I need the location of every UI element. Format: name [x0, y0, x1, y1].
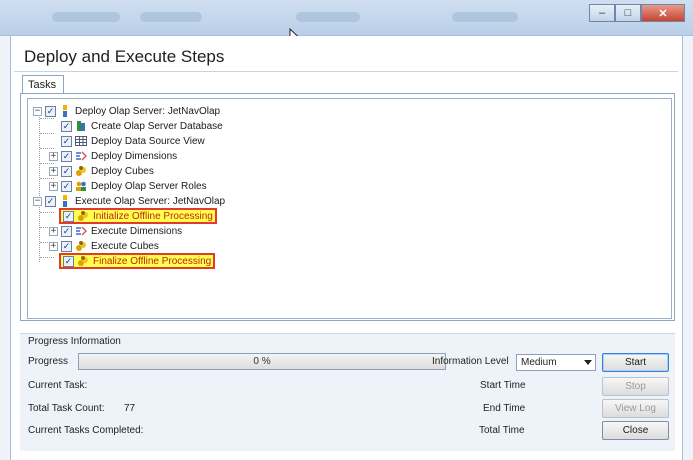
progress-section-title: Progress Information: [28, 336, 121, 347]
task-content: ✓ Deploy Olap Server Roles: [61, 180, 207, 192]
roles-icon: [75, 180, 87, 192]
tree-node-label: Execute Olap Server: JetNavOlap: [75, 195, 226, 207]
end-time-label: End Time: [483, 403, 526, 414]
information-level-select[interactable]: Medium: [516, 354, 596, 371]
task-checkbox[interactable]: ✓: [61, 150, 72, 162]
view-log-button[interactable]: View Log: [602, 399, 669, 418]
expand-icon[interactable]: +: [49, 166, 58, 176]
expand-icon[interactable]: +: [49, 151, 58, 161]
tree-node-label: Deploy Data Source View: [91, 135, 205, 147]
close-window-button[interactable]: ✕: [641, 4, 685, 22]
progress-information-panel: Progress Information Progress 0 % Inform…: [20, 333, 675, 451]
cube-icon: [77, 210, 89, 222]
tab-tasks[interactable]: Tasks: [22, 75, 64, 94]
blurred-taskbar-item: [296, 12, 360, 22]
chevron-down-icon: [584, 360, 592, 365]
tasks-completed-label: Current Tasks Completed:: [28, 425, 144, 436]
highlighted-task: ✓ Initialize Offline Processing: [59, 208, 217, 224]
progress-label: Progress: [28, 356, 69, 367]
dimension-icon: [75, 225, 87, 237]
tree-node[interactable]: ✓ Create Olap Server Database: [49, 119, 223, 133]
title-divider: [14, 71, 678, 72]
blurred-taskbar-item: [452, 12, 518, 22]
tree-node[interactable]: + ✓ Execute Cubes: [49, 239, 159, 253]
table-grid-icon: [75, 135, 87, 147]
tree-node[interactable]: ✓ Initialize Offline Processing: [49, 208, 217, 224]
olap-server-icon: [59, 105, 71, 117]
tree-node-label: Execute Dimensions: [91, 225, 183, 237]
task-checkbox[interactable]: ✓: [45, 105, 56, 117]
task-content: ✓ Create Olap Server Database: [61, 120, 223, 132]
progress-bar: 0 %: [78, 353, 446, 370]
collapse-icon[interactable]: −: [33, 196, 42, 206]
start-time-label: Start Time: [480, 380, 526, 391]
stop-button[interactable]: Stop: [602, 377, 669, 396]
task-content: ✓ Deploy Dimensions: [61, 150, 177, 162]
task-checkbox[interactable]: ✓: [63, 210, 74, 222]
task-checkbox[interactable]: ✓: [61, 240, 72, 252]
task-checkbox[interactable]: ✓: [61, 120, 72, 132]
window-title-bar: – □ ✕: [0, 0, 693, 36]
blurred-taskbar-item: [52, 12, 120, 22]
window-controls: – □ ✕: [589, 4, 685, 22]
tree-node[interactable]: ✓ Deploy Data Source View: [49, 134, 205, 148]
tree-node[interactable]: + ✓ Deploy Olap Server Roles: [49, 179, 207, 193]
cube-icon: [75, 240, 87, 252]
blurred-taskbar-item: [140, 12, 202, 22]
tree-node-label: Finalize Offline Processing: [93, 255, 212, 267]
dialog-title: Deploy and Execute Steps: [24, 47, 225, 66]
information-level-value: Medium: [521, 357, 557, 368]
cube-icon: [75, 165, 87, 177]
start-button[interactable]: Start: [602, 353, 669, 372]
expand-icon[interactable]: +: [49, 181, 58, 191]
current-task-label: Current Task:: [28, 380, 88, 391]
tasks-tab-panel: − ✓ Deploy Olap Server: JetNavOlap ✓ Create …: [20, 93, 675, 321]
task-content: ✓ Deploy Cubes: [61, 165, 154, 177]
dimension-icon: [75, 150, 87, 162]
information-level-label: Information Level: [432, 356, 509, 367]
total-time-label: Total Time: [479, 425, 525, 436]
task-checkbox[interactable]: ✓: [63, 255, 74, 267]
task-content: ✓ Execute Dimensions: [61, 225, 182, 237]
progress-percent-text: 0 %: [253, 356, 271, 367]
olap-server-icon: [59, 195, 71, 207]
task-content: ✓ Execute Olap Server: JetNavOlap: [45, 195, 225, 207]
tree-node[interactable]: ✓ Finalize Offline Processing: [49, 253, 216, 269]
expand-icon[interactable]: +: [49, 241, 58, 251]
collapse-icon[interactable]: −: [33, 106, 42, 116]
maximize-button[interactable]: □: [615, 4, 641, 22]
task-checkbox[interactable]: ✓: [61, 225, 72, 237]
minimize-button[interactable]: –: [589, 4, 615, 22]
task-tree[interactable]: − ✓ Deploy Olap Server: JetNavOlap ✓ Create …: [27, 98, 672, 319]
tree-node[interactable]: + ✓ Deploy Cubes: [49, 164, 154, 178]
close-button[interactable]: Close: [602, 421, 669, 440]
database-icon: [75, 120, 87, 132]
tree-node-label: Deploy Olap Server: JetNavOlap: [75, 105, 221, 117]
tree-node[interactable]: + ✓ Deploy Dimensions: [49, 149, 177, 163]
tree-node-label: Deploy Cubes: [91, 165, 154, 177]
tree-node-label: Create Olap Server Database: [91, 120, 223, 132]
total-task-count-label: Total Task Count:: [28, 403, 105, 414]
expand-icon[interactable]: +: [49, 226, 58, 236]
cube-icon: [77, 255, 89, 267]
total-task-count-value: 77: [124, 403, 136, 414]
tree-node[interactable]: − ✓ Deploy Olap Server: JetNavOlap: [33, 104, 220, 118]
tree-node-label: Deploy Olap Server Roles: [91, 180, 207, 192]
tree-node-label: Initialize Offline Processing: [93, 210, 213, 222]
task-content: ✓ Deploy Olap Server: JetNavOlap: [45, 105, 220, 117]
task-checkbox[interactable]: ✓: [45, 195, 56, 207]
tree-node-label: Deploy Dimensions: [91, 150, 178, 162]
task-checkbox[interactable]: ✓: [61, 180, 72, 192]
task-content: ✓ Deploy Data Source View: [61, 135, 205, 147]
tree-node[interactable]: − ✓ Execute Olap Server: JetNavOlap: [33, 194, 225, 208]
tree-node[interactable]: + ✓ Execute Dimensions: [49, 224, 182, 238]
tree-node-label: Execute Cubes: [91, 240, 159, 252]
task-content: ✓ Execute Cubes: [61, 240, 159, 252]
highlighted-task: ✓ Finalize Offline Processing: [58, 253, 216, 269]
task-checkbox[interactable]: ✓: [61, 165, 72, 177]
task-checkbox[interactable]: ✓: [61, 135, 72, 147]
